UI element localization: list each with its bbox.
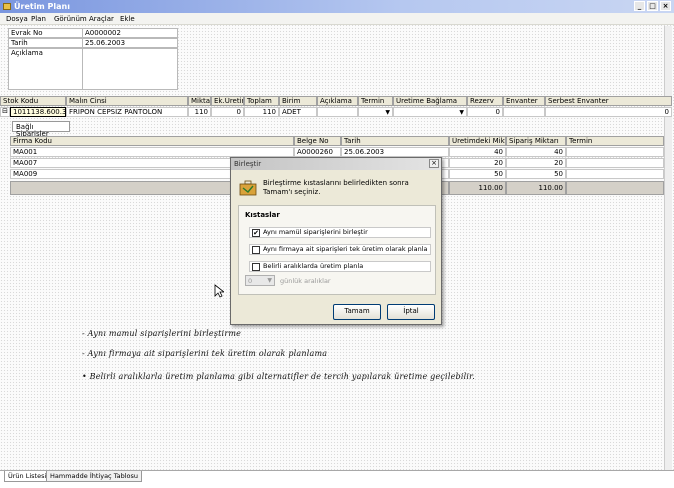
aciklama-label: Açıklama [8,48,83,90]
miktar-cell[interactable]: 110 [188,107,211,117]
window-titlebar: Üretim Planı [0,0,674,13]
checkbox-ayni-mamul[interactable]: ✔ [252,229,260,237]
table-row-uretim[interactable]: 50 [449,169,506,179]
mouse-cursor-icon [214,284,224,298]
table-row-siparis[interactable]: 50 [506,169,566,179]
col-birim[interactable]: Birim [279,96,317,106]
menu-bar: Dosya Plan Görünüm Araçlar Ekle [0,13,674,25]
subcol-belge-no[interactable]: Belge No [294,136,341,146]
stok-kodu-cell[interactable]: 1011138.600.38 [10,107,66,117]
termin-cell[interactable]: ▼ [358,107,393,117]
birim-cell[interactable]: ADET [279,107,317,117]
col-rezerv[interactable]: Rezerv [467,96,503,106]
birlestir-dialog: Birleştir × Birleştirme kıstaslarını bel… [230,157,442,325]
col-stok-kodu[interactable]: Stok Kodu [0,96,66,106]
evrak-field[interactable]: A0000002 [82,28,178,38]
rezerv-value: 0 [495,108,500,116]
menu-plan[interactable]: Plan [31,15,46,23]
table-row-siparis[interactable]: 40 [506,147,566,157]
menu-ekle[interactable]: Ekle [120,15,135,23]
toplam-cell[interactable]: 110 [244,107,279,117]
ek-uretim-cell[interactable]: 0 [211,107,244,117]
dialog-close-button[interactable]: × [429,159,439,168]
termin-dropdown-icon[interactable]: ▼ [385,109,390,116]
option-label: Belirli aralıklarda üretim planla [263,262,364,270]
col-toplam[interactable]: Toplam [244,96,279,106]
malin-cinsi-cell[interactable]: FRİPON CEPSİZ PANTOLON [66,107,188,117]
note-line-2: - Aynı firmaya ait siparişlerini tek üre… [82,349,328,358]
col-uretime-baglama[interactable]: Üretime Bağlama [393,96,467,106]
col-miktar[interactable]: Miktar [188,96,211,106]
spin-label: günlük aralıklar [280,277,331,285]
minimize-button[interactable]: _ [634,1,645,11]
checkbox-belirli-aralik[interactable] [252,263,260,271]
bottom-tab-bar: Ürün Listesi Hammadde İhtiyaç Tablosu [0,470,674,488]
option-label: Aynı mamül siparişlerini birleştir [263,228,368,236]
window-title: Üretim Planı [14,2,70,11]
option-belirli-aralik[interactable]: Belirli aralıklarda üretim planla [249,261,431,272]
table-row-termin[interactable] [566,158,664,168]
tamam-button[interactable]: Tamam [333,304,381,320]
total-uretim: 110.00 [449,181,506,195]
note-line-1: - Aynı mamul siparişlerini birleştirme [82,329,242,338]
uretime-baglama-dropdown-icon[interactable]: ▼ [459,109,464,116]
spin-value: 0 [248,277,253,285]
menu-gorunum[interactable]: Görünüm [54,15,87,23]
tab-urun-listesi[interactable]: Ürün Listesi [4,471,51,482]
uretime-baglama-cell[interactable]: ▼ [393,107,467,117]
spin-dropdown-icon[interactable]: ▼ [267,277,272,284]
col-ek-uretim[interactable]: Ek.Üretim [211,96,244,106]
table-row-tarih[interactable]: 25.06.2003 [341,147,449,157]
subcol-firma-kodu[interactable]: Firma Kodu [10,136,294,146]
subcol-tarih[interactable]: Tarih [341,136,449,146]
table-row-uretim[interactable]: 20 [449,158,506,168]
app-icon [3,3,11,10]
table-row-belge[interactable]: A0000260 [294,147,341,157]
subcol-uretimdeki-miktar[interactable]: Üretimdeki Miktar [449,136,506,146]
serbest-envanter-cell[interactable]: 0 [545,107,672,117]
row-expander[interactable]: ⊟ [0,107,10,117]
menu-araclar[interactable]: Araçlar [89,15,114,23]
vertical-scrollbar[interactable] [664,26,672,470]
dialog-title: Birleştir [231,158,441,170]
option-ayni-firma[interactable]: Aynı firmaya ait siparişleri tek üretim … [249,244,431,255]
envanter-cell[interactable] [503,107,545,117]
table-row-siparis[interactable]: 20 [506,158,566,168]
subcol-termin[interactable]: Termin [566,136,664,146]
col-termin[interactable]: Termin [358,96,393,106]
briefcase-icon [239,180,257,196]
option-ayni-mamul[interactable]: ✔ Aynı mamül siparişlerini birleştir [249,227,431,238]
tab-bagli-siparisler[interactable]: Bağlı Siparişler [12,121,70,138]
aciklama-cell[interactable] [317,107,358,117]
option-label: Aynı firmaya ait siparişleri tek üretim … [263,245,428,253]
table-row-firma[interactable]: MA001 [10,147,294,157]
table-row-uretim[interactable]: 40 [449,147,506,157]
group-title: Kıstaslar [245,211,280,219]
dialog-message: Birleştirme kıstaslarını belirledikten s… [263,179,409,196]
col-envanter[interactable]: Envanter [503,96,545,106]
close-button[interactable]: × [660,1,671,11]
note-line-3: • Belirli aralıklarla üretim planlama gi… [82,372,475,381]
menu-dosya[interactable]: Dosya [6,15,28,23]
table-row-termin[interactable] [566,169,664,179]
aciklama-field[interactable] [82,48,178,90]
tarih-field[interactable]: 25.06.2003 [82,38,178,48]
maximize-button[interactable]: □ [647,1,658,11]
total-siparis: 110.00 [506,181,566,195]
table-row-termin[interactable] [566,147,664,157]
col-malin-cinsi[interactable]: Malın Cinsi [66,96,188,106]
tarih-label: Tarih [8,38,83,48]
col-aciklama[interactable]: Açıklama [317,96,358,106]
checkbox-ayni-firma[interactable] [252,246,260,254]
subcol-siparis-miktari[interactable]: Sipariş Miktarı [506,136,566,146]
rezerv-cell[interactable]: 0 [467,107,503,117]
evrak-label: Evrak No [8,28,83,38]
total-termin [566,181,664,195]
iptal-button[interactable]: İptal [387,304,435,320]
tab-hammadde-ihtiyac[interactable]: Hammadde İhtiyaç Tablosu [46,471,142,482]
col-serbest-envanter[interactable]: Serbest Envanter [545,96,672,106]
aralik-spin-field[interactable]: 0 ▼ [245,275,275,286]
